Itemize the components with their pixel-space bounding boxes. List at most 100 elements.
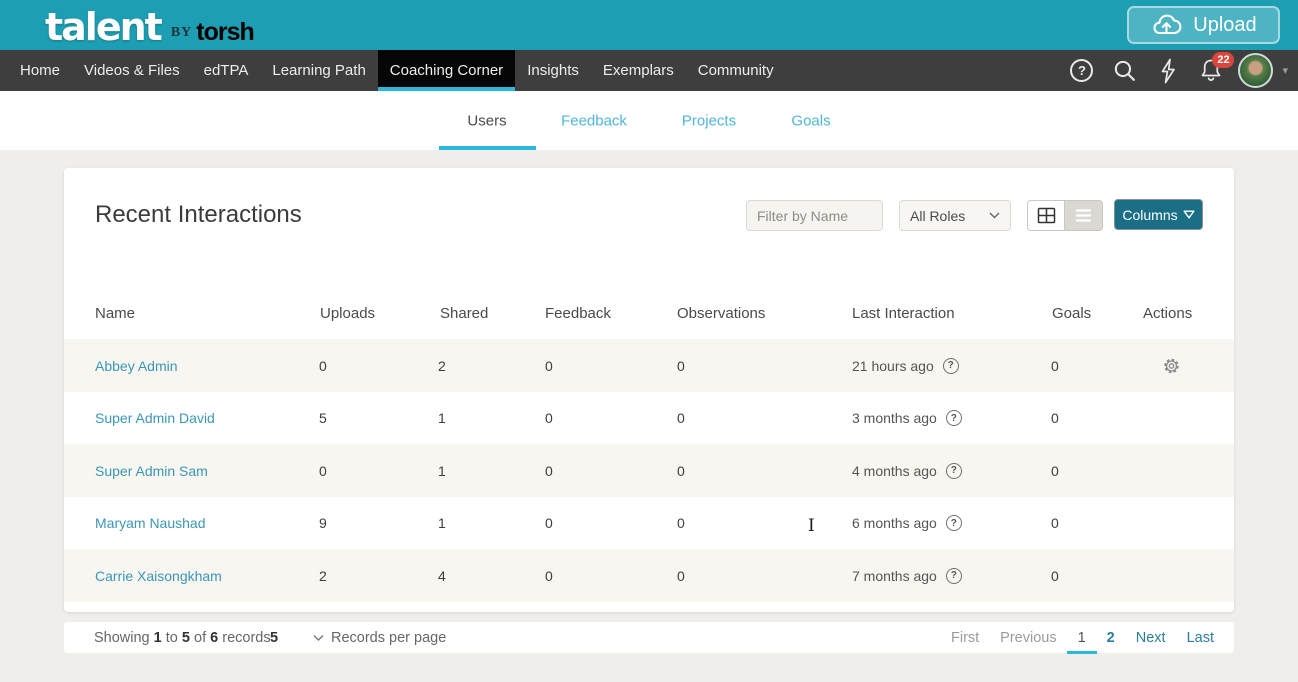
nav-item-exemplars[interactable]: Exemplars: [591, 50, 686, 91]
goals-value: 0: [1051, 358, 1059, 374]
grid-view-icon[interactable]: [1028, 201, 1065, 230]
last-interaction-cell: 4 months ago ?: [852, 463, 962, 479]
columns-dropdown-icon: [1183, 210, 1195, 219]
nav-item-videos-files[interactable]: Videos & Files: [72, 50, 192, 91]
help-circle-icon[interactable]: ?: [946, 410, 962, 426]
upload-label: Upload: [1193, 14, 1256, 37]
feedback-value: 0: [545, 568, 553, 584]
shared-value: 1: [438, 515, 446, 531]
table-row: Maryam Naushad 9 1 0 0 6 months ago ? 0: [64, 497, 1234, 549]
column-header-feedback[interactable]: Feedback: [545, 305, 611, 322]
avatar[interactable]: [1232, 50, 1278, 91]
uploads-value: 2: [319, 568, 327, 584]
last-interaction-cell: 3 months ago ?: [852, 410, 962, 426]
upload-button[interactable]: Upload: [1127, 6, 1280, 44]
tab-feedback[interactable]: Feedback: [561, 112, 627, 129]
last-interaction-value: 4 months ago: [852, 463, 937, 479]
pagination: First Previous 1 2 Next Last: [951, 622, 1214, 653]
observations-value: 0: [677, 358, 685, 374]
nav-right-icons: ? 22 ▾: [1060, 50, 1298, 91]
last-interaction-cell: 6 months ago ?: [852, 515, 962, 531]
lightning-icon[interactable]: [1146, 50, 1189, 91]
column-header-name[interactable]: Name: [95, 305, 135, 322]
recent-interactions-card: Recent Interactions All Roles Columns Na…: [64, 168, 1234, 612]
last-interaction-value: 21 hours ago: [852, 358, 934, 374]
user-name-link[interactable]: Abbey Admin: [95, 358, 178, 374]
uploads-value: 5: [319, 410, 327, 426]
goals-value: 0: [1051, 568, 1059, 584]
roles-selected-value: All Roles: [910, 208, 965, 224]
filter-by-name-input[interactable]: [746, 200, 883, 231]
observations-value: 0: [677, 515, 685, 531]
column-header-goals[interactable]: Goals: [1052, 305, 1091, 322]
pagination-page-2[interactable]: 2: [1107, 630, 1115, 646]
tab-goals[interactable]: Goals: [791, 112, 830, 129]
notification-badge: 22: [1212, 52, 1234, 68]
uploads-value: 9: [319, 515, 327, 531]
pagination-previous[interactable]: Previous: [1000, 630, 1056, 646]
nav-item-coaching-corner[interactable]: Coaching Corner: [378, 50, 515, 91]
columns-label: Columns: [1122, 207, 1177, 223]
bell-icon[interactable]: 22: [1189, 50, 1232, 91]
chevron-down-icon: [989, 212, 1000, 219]
help-circle-icon[interactable]: ?: [946, 463, 962, 479]
shared-value: 4: [438, 568, 446, 584]
column-header-uploads[interactable]: Uploads: [320, 305, 375, 322]
nav-item-edtpa[interactable]: edTPA: [192, 50, 261, 91]
pagination-last[interactable]: Last: [1187, 630, 1214, 646]
nav-item-home[interactable]: Home: [8, 50, 72, 91]
user-name-link[interactable]: Super Admin Sam: [95, 463, 208, 479]
coaching-corner-tabs: Users Feedback Projects Goals: [0, 91, 1298, 150]
column-header-shared[interactable]: Shared: [440, 305, 488, 322]
pagination-first[interactable]: First: [951, 630, 979, 646]
columns-button[interactable]: Columns: [1114, 199, 1203, 230]
observations-value: 0: [677, 463, 685, 479]
help-circle-icon[interactable]: ?: [943, 358, 959, 374]
pagination-next[interactable]: Next: [1136, 630, 1166, 646]
table-row: Carrie Xaisongkham 2 4 0 0 7 months ago …: [64, 549, 1234, 602]
column-header-actions[interactable]: Actions: [1143, 305, 1192, 322]
showing-records-text: Showing 1 to 5 of 6 records: [94, 630, 271, 646]
table-header-row: Name Uploads Shared Feedback Observation…: [64, 305, 1234, 329]
goals-value: 0: [1051, 515, 1059, 531]
user-name-link[interactable]: Super Admin David: [95, 410, 215, 426]
records-per-page-chevron-down-icon[interactable]: [313, 634, 324, 641]
user-name-link[interactable]: Carrie Xaisongkham: [95, 568, 222, 584]
search-icon[interactable]: [1103, 50, 1146, 91]
logo-talent-text: talent: [45, 10, 161, 44]
column-header-observations[interactable]: Observations: [677, 305, 765, 322]
shared-value: 2: [438, 358, 446, 374]
roles-select[interactable]: All Roles: [899, 200, 1011, 231]
nav-item-community[interactable]: Community: [686, 50, 786, 91]
feedback-value: 0: [545, 463, 553, 479]
talent-torsh-logo[interactable]: talent BY torsh: [45, 0, 254, 50]
feedback-value: 0: [545, 515, 553, 531]
list-view-icon[interactable]: [1065, 201, 1102, 230]
tab-projects[interactable]: Projects: [682, 112, 736, 129]
help-icon[interactable]: ?: [1060, 50, 1103, 91]
feedback-value: 0: [545, 358, 553, 374]
help-circle-icon[interactable]: ?: [946, 568, 962, 584]
column-header-last-interaction[interactable]: Last Interaction: [852, 305, 955, 322]
uploads-value: 0: [319, 358, 327, 374]
nav-item-insights[interactable]: Insights: [515, 50, 591, 91]
pagination-page-1[interactable]: 1: [1078, 630, 1086, 646]
avatar-chevron-down-icon[interactable]: ▾: [1282, 64, 1288, 77]
table-footer-bar: Showing 1 to 5 of 6 records 5 Records pe…: [64, 622, 1234, 653]
app-header: talent BY torsh Upload: [0, 0, 1298, 50]
last-interaction-value: 6 months ago: [852, 515, 937, 531]
table-row: Abbey Admin 0 2 0 0 21 hours ago ? 0: [64, 339, 1234, 392]
last-interaction-cell: 7 months ago ?: [852, 568, 962, 584]
nav-item-learning-path[interactable]: Learning Path: [260, 50, 377, 91]
records-per-page-value[interactable]: 5: [270, 630, 278, 646]
user-name-link[interactable]: Maryam Naushad: [95, 515, 206, 531]
goals-value: 0: [1051, 410, 1059, 426]
help-circle-icon[interactable]: ?: [946, 515, 962, 531]
observations-value: 0: [677, 410, 685, 426]
tab-users[interactable]: Users: [467, 112, 506, 129]
table-row: Super Admin David 5 1 0 0 3 months ago ?…: [64, 392, 1234, 444]
shared-value: 1: [438, 410, 446, 426]
goals-value: 0: [1051, 463, 1059, 479]
last-interaction-value: 7 months ago: [852, 568, 937, 584]
gear-icon[interactable]: [1162, 356, 1181, 375]
